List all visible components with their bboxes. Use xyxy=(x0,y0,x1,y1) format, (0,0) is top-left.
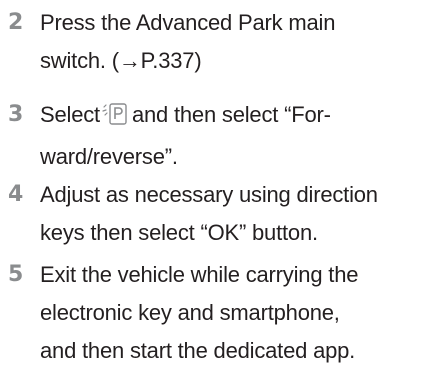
step-text: Press the Advanced Park main switch. (→P… xyxy=(40,4,428,80)
step-text-line: Adjust as necessary using direction xyxy=(40,182,378,207)
step-text-line: electronic key and smartphone, xyxy=(40,300,340,325)
step-text-line: Exit the vehicle while carrying the xyxy=(40,262,359,287)
step-number: 2 xyxy=(8,10,24,35)
step-text-line: ward/reverse”. xyxy=(40,144,178,169)
step-text-line: switch. (→P.337) xyxy=(40,48,202,73)
step-text: Select and then select “For- ward/revers… xyxy=(40,96,428,176)
advanced-park-icon xyxy=(102,100,128,138)
step-text-line: keys then select “OK” button. xyxy=(40,220,318,245)
step-number: 4 xyxy=(8,182,24,207)
step-text: Adjust as necessary using direction keys… xyxy=(40,176,428,252)
step-text-line: Select and then select “For- xyxy=(40,96,428,138)
step-text: Exit the vehicle while carrying the elec… xyxy=(40,256,428,370)
step-number: 3 xyxy=(8,102,24,127)
step-text-fragment: Select xyxy=(40,102,100,127)
step-text-line: and then start the dedicated app. xyxy=(40,338,356,363)
step-number: 5 xyxy=(8,262,24,287)
step-text-fragment: and then select “For- xyxy=(131,102,331,127)
step-text-line: Press the Advanced Park main xyxy=(40,10,336,35)
